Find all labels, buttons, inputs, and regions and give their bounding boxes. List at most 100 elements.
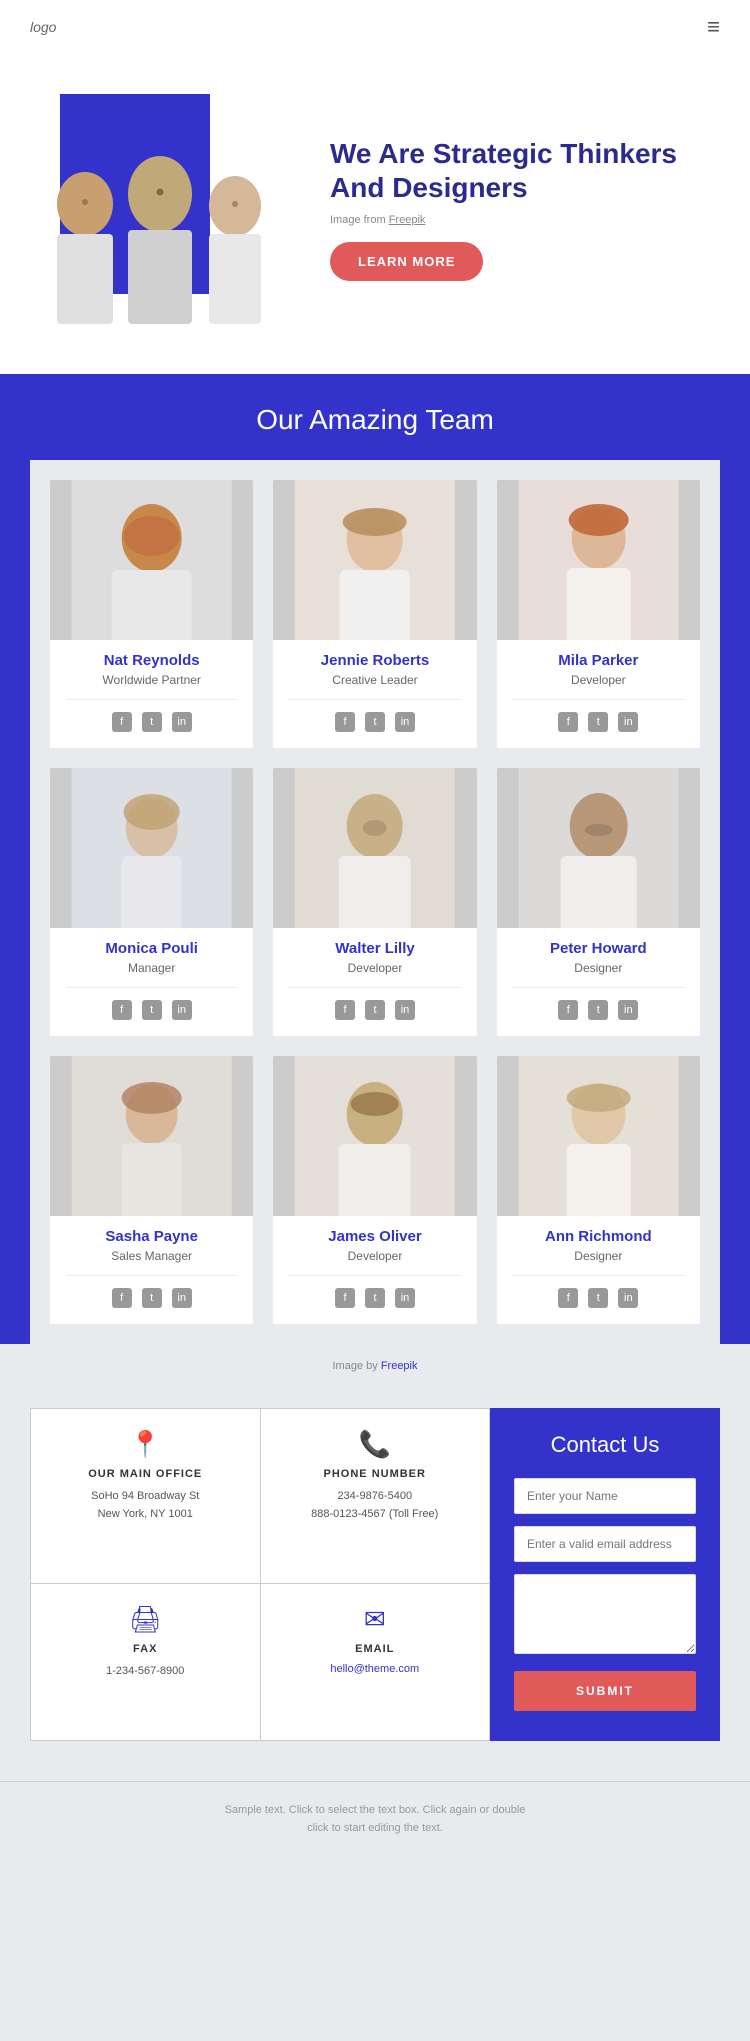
office-box: 📍 OUR MAIN OFFICE SoHo 94 Broadway StNew… (31, 1409, 260, 1583)
team-photo-james (273, 1056, 476, 1216)
team-card-divider (513, 1275, 684, 1276)
twitter-icon[interactable]: t (365, 712, 385, 732)
fax-number: 1-234-567-8900 (47, 1663, 244, 1681)
learn-more-button[interactable]: LEARN MORE (330, 242, 483, 281)
hero-title: We Are Strategic Thinkers And Designers (330, 137, 720, 204)
twitter-icon[interactable]: t (142, 1000, 162, 1020)
contact-form: SUBMIT (514, 1478, 696, 1711)
team-name-ann: Ann Richmond (497, 1228, 700, 1245)
team-name-james: James Oliver (273, 1228, 476, 1245)
facebook-icon[interactable]: f (112, 1288, 132, 1308)
team-card-divider (66, 1275, 237, 1276)
team-name-sasha: Sasha Payne (50, 1228, 253, 1245)
twitter-icon[interactable]: t (142, 1288, 162, 1308)
team-name-nat: Nat Reynolds (50, 652, 253, 669)
contact-message-input[interactable] (514, 1574, 696, 1654)
header: logo ≡ (0, 0, 750, 54)
instagram-icon[interactable]: in (618, 1000, 638, 1020)
instagram-icon[interactable]: in (395, 712, 415, 732)
team-social-monica: f t in (50, 1000, 253, 1020)
team-photo-jennie (273, 480, 476, 640)
instagram-icon[interactable]: in (172, 1000, 192, 1020)
team-photo-peter (497, 768, 700, 928)
team-name-walter: Walter Lilly (273, 940, 476, 957)
fax-icon: 🖨 (47, 1604, 244, 1635)
team-photo-sasha (50, 1056, 253, 1216)
team-card-divider (513, 699, 684, 700)
footer-text: Sample text. Click to select the text bo… (30, 1802, 720, 1837)
team-social-walter: f t in (273, 1000, 476, 1020)
team-photo-monica (50, 768, 253, 928)
team-grid-wrapper: Nat Reynolds Worldwide Partner f t in Je… (30, 460, 720, 1344)
email-address[interactable]: hello@theme.com (277, 1663, 474, 1675)
contact-name-input[interactable] (514, 1478, 696, 1514)
instagram-icon[interactable]: in (618, 712, 638, 732)
team-image-credit: Image by Freepik (0, 1344, 750, 1388)
facebook-icon[interactable]: f (335, 1000, 355, 1020)
team-card-sasha: Sasha Payne Sales Manager f t in (50, 1056, 253, 1324)
team-name-jennie: Jennie Roberts (273, 652, 476, 669)
office-title: OUR MAIN OFFICE (47, 1468, 244, 1480)
team-card-divider (289, 987, 460, 988)
team-card-ann: Ann Richmond Designer f t in (497, 1056, 700, 1324)
team-card-walter: Walter Lilly Developer f t in (273, 768, 476, 1036)
hero-image-credit: Image from Freepik (330, 214, 720, 226)
facebook-icon[interactable]: f (558, 712, 578, 732)
facebook-icon[interactable]: f (558, 1288, 578, 1308)
team-role-mila: Developer (497, 673, 700, 687)
team-role-walter: Developer (273, 961, 476, 975)
twitter-icon[interactable]: t (588, 1000, 608, 1020)
team-photo-nat (50, 480, 253, 640)
team-section: Our Amazing Team Nat Reynolds Worldwide … (0, 374, 750, 1388)
facebook-icon[interactable]: f (558, 1000, 578, 1020)
team-freepik-link[interactable]: Freepik (381, 1360, 418, 1372)
fax-title: FAX (47, 1643, 244, 1655)
hero-section: We Are Strategic Thinkers And Designers … (0, 54, 750, 374)
email-icon: ✉ (277, 1604, 474, 1635)
contact-info-boxes: 📍 OUR MAIN OFFICE SoHo 94 Broadway StNew… (30, 1408, 490, 1741)
instagram-icon[interactable]: in (395, 1288, 415, 1308)
fax-box: 🖨 FAX 1-234-567-8900 (31, 1584, 260, 1740)
submit-button[interactable]: SUBMIT (514, 1671, 696, 1711)
facebook-icon[interactable]: f (112, 712, 132, 732)
email-box: ✉ EMAIL hello@theme.com (261, 1584, 490, 1740)
team-card-divider (513, 987, 684, 988)
team-card-peter: Peter Howard Designer f t in (497, 768, 700, 1036)
instagram-icon[interactable]: in (172, 1288, 192, 1308)
phone-title: PHONE NUMBER (277, 1468, 474, 1480)
instagram-icon[interactable]: in (618, 1288, 638, 1308)
hero-image-area (30, 94, 310, 324)
team-card-monica: Monica Pouli Manager f t in (50, 768, 253, 1036)
twitter-icon[interactable]: t (588, 1288, 608, 1308)
team-name-monica: Monica Pouli (50, 940, 253, 957)
footer: Sample text. Click to select the text bo… (0, 1781, 750, 1857)
twitter-icon[interactable]: t (142, 712, 162, 732)
email-title: EMAIL (277, 1643, 474, 1655)
contact-form-wrapper: Contact Us SUBMIT (490, 1408, 720, 1741)
contact-form-title: Contact Us (514, 1432, 696, 1458)
instagram-icon[interactable]: in (172, 712, 192, 732)
instagram-icon[interactable]: in (395, 1000, 415, 1020)
team-photo-walter (273, 768, 476, 928)
team-role-james: Developer (273, 1249, 476, 1263)
menu-button[interactable]: ≡ (707, 14, 720, 40)
team-card-nat: Nat Reynolds Worldwide Partner f t in (50, 480, 253, 748)
team-photo-mila (497, 480, 700, 640)
freepik-link[interactable]: Freepik (389, 214, 426, 226)
contact-section: 📍 OUR MAIN OFFICE SoHo 94 Broadway StNew… (0, 1388, 750, 1781)
twitter-icon[interactable]: t (365, 1000, 385, 1020)
contact-email-input[interactable] (514, 1526, 696, 1562)
facebook-icon[interactable]: f (335, 1288, 355, 1308)
twitter-icon[interactable]: t (588, 712, 608, 732)
twitter-icon[interactable]: t (365, 1288, 385, 1308)
hero-people-image (30, 104, 290, 324)
team-card-divider (66, 699, 237, 700)
team-social-james: f t in (273, 1288, 476, 1308)
contact-grid: 📍 OUR MAIN OFFICE SoHo 94 Broadway StNew… (30, 1408, 720, 1741)
team-card-mila: Mila Parker Developer f t in (497, 480, 700, 748)
team-role-monica: Manager (50, 961, 253, 975)
facebook-icon[interactable]: f (112, 1000, 132, 1020)
team-name-peter: Peter Howard (497, 940, 700, 957)
facebook-icon[interactable]: f (335, 712, 355, 732)
team-role-jennie: Creative Leader (273, 673, 476, 687)
